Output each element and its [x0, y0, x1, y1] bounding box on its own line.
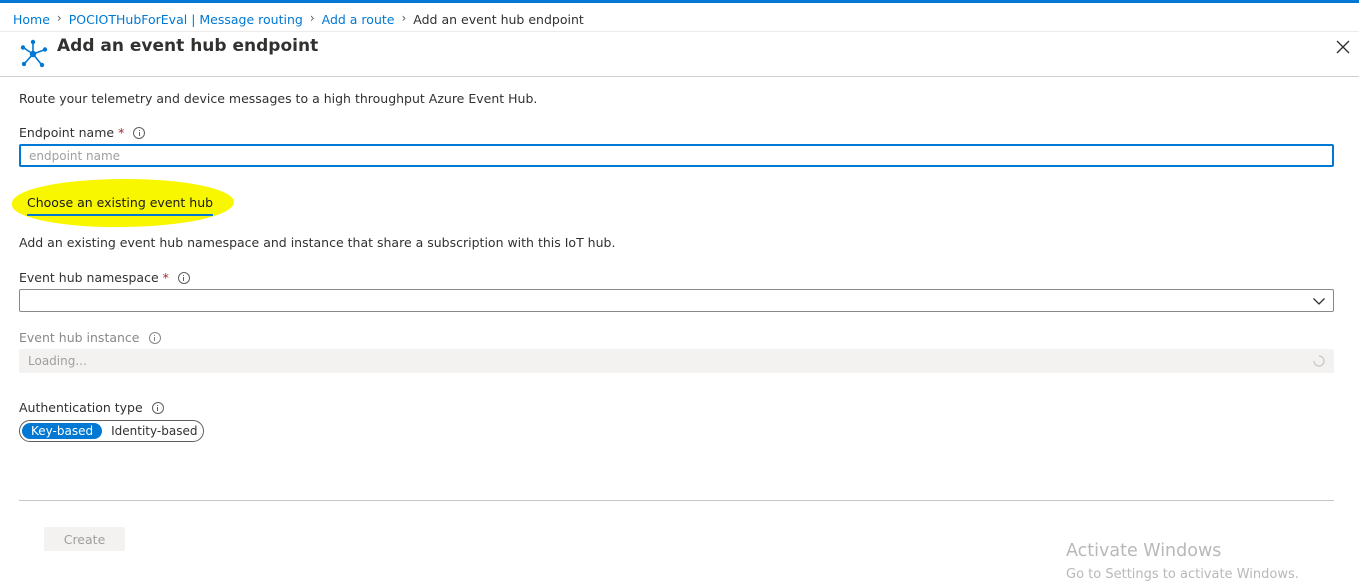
- info-icon[interactable]: [151, 401, 164, 414]
- activate-windows-title: Activate Windows: [1066, 541, 1222, 561]
- tab-choose-existing-event-hub[interactable]: Choose an existing event hub: [27, 195, 214, 216]
- page-title: Add an event hub endpoint: [57, 36, 319, 56]
- auth-type-label-text: Authentication type: [19, 400, 143, 415]
- endpoint-name-label: Endpoint name *: [19, 125, 146, 140]
- chevron-down-icon: [1313, 298, 1325, 305]
- footer-divider: [19, 500, 1334, 501]
- top-accent-bar: [0, 0, 1359, 3]
- activate-windows-subtitle: Go to Settings to activate Windows.: [1066, 567, 1299, 582]
- breadcrumb-divider: [0, 31, 1359, 32]
- breadcrumb-home-link[interactable]: Home: [13, 12, 50, 27]
- instance-label-text: Event hub instance: [19, 330, 140, 345]
- chevron-right-icon: ›: [401, 11, 407, 25]
- event-hub-icon: [20, 39, 48, 68]
- instance-label: Event hub instance: [19, 330, 161, 345]
- section-description: Add an existing event hub namespace and …: [19, 235, 616, 250]
- instance-dropdown-disabled: Loading...: [19, 349, 1334, 373]
- auth-option-key-based[interactable]: Key-based: [22, 423, 103, 439]
- auth-type-toggle: Key-based Identity-based: [19, 420, 204, 442]
- instance-loading-text: Loading...: [28, 354, 87, 368]
- auth-option-identity-based[interactable]: Identity-based: [102, 423, 206, 439]
- page-description: Route your telemetry and device messages…: [19, 91, 538, 106]
- namespace-label: Event hub namespace *: [19, 270, 190, 285]
- info-icon[interactable]: [177, 271, 190, 284]
- required-mark: *: [118, 125, 125, 140]
- endpoint-name-label-text: Endpoint name: [19, 125, 115, 140]
- namespace-label-text: Event hub namespace: [19, 270, 159, 285]
- breadcrumb-add-route-link[interactable]: Add a route: [322, 12, 395, 27]
- auth-type-label: Authentication type: [19, 400, 164, 415]
- info-icon[interactable]: [133, 126, 146, 139]
- breadcrumb-message-routing-link[interactable]: POCIOTHubForEval | Message routing: [69, 12, 303, 27]
- chevron-right-icon: ›: [56, 11, 62, 25]
- header-divider: [0, 76, 1359, 77]
- create-button[interactable]: Create: [44, 527, 125, 551]
- close-icon[interactable]: [1334, 38, 1352, 56]
- spinner-icon: [1313, 355, 1325, 367]
- endpoint-name-input[interactable]: [19, 144, 1334, 167]
- breadcrumb: Home › POCIOTHubForEval | Message routin…: [13, 10, 584, 28]
- chevron-right-icon: ›: [309, 11, 315, 25]
- breadcrumb-current: Add an event hub endpoint: [413, 11, 584, 27]
- required-mark: *: [162, 270, 169, 285]
- namespace-dropdown[interactable]: [19, 289, 1334, 312]
- info-icon[interactable]: [148, 331, 161, 344]
